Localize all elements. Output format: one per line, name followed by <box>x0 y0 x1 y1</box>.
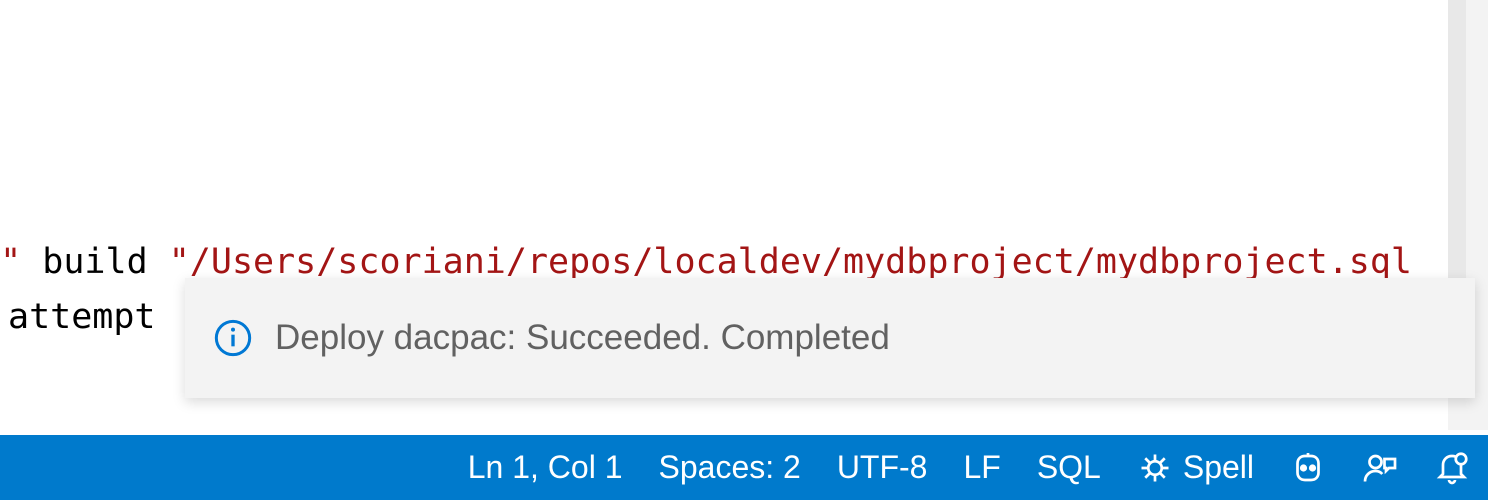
bell-icon <box>1434 450 1470 486</box>
status-bar-right: Ln 1, Col 1 Spaces: 2 UTF-8 LF SQL Spell <box>468 449 1470 486</box>
bug-icon <box>1137 450 1173 486</box>
spell-label: Spell <box>1183 449 1254 486</box>
indentation[interactable]: Spaces: 2 <box>659 449 801 486</box>
code-string: et" <box>0 242 21 282</box>
spell-check[interactable]: Spell <box>1137 449 1254 486</box>
cursor-position[interactable]: Ln 1, Col 1 <box>468 449 623 486</box>
notification-toast[interactable]: Deploy dacpac: Succeeded. Completed <box>185 278 1475 398</box>
person-feedback-icon <box>1362 450 1398 486</box>
notifications-button[interactable] <box>1434 450 1470 486</box>
status-bar: Ln 1, Col 1 Spaces: 2 UTF-8 LF SQL Spell <box>0 435 1488 500</box>
scrollbar-thumb[interactable] <box>1448 0 1466 280</box>
copilot-button[interactable] <box>1290 450 1326 486</box>
notification-message: Deploy dacpac: Succeeded. Completed <box>275 318 890 358</box>
code-text: attempt <box>8 297 156 337</box>
code-text: build <box>21 242 169 282</box>
info-icon <box>213 318 253 358</box>
copilot-icon <box>1290 450 1326 486</box>
encoding[interactable]: UTF-8 <box>837 449 928 486</box>
code-string: "/Users/scoriani/repos/localdev/mydbproj… <box>169 242 1412 282</box>
language-mode[interactable]: SQL <box>1037 449 1101 486</box>
code-line: attempt <box>8 291 156 344</box>
end-of-line[interactable]: LF <box>963 449 1000 486</box>
feedback-button[interactable] <box>1362 450 1398 486</box>
